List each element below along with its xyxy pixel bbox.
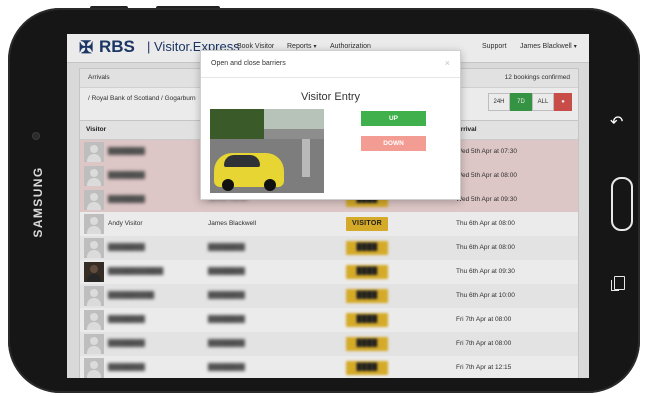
front-camera xyxy=(32,132,40,140)
modal-header: Open and close barriers × xyxy=(201,51,460,78)
barrier-modal: Open and close barriers × Visitor Entry … xyxy=(200,50,461,200)
back-icon[interactable]: ↶ xyxy=(610,112,623,132)
device-brand: SAMSUNG xyxy=(31,166,45,238)
close-icon[interactable]: × xyxy=(445,58,450,68)
barrier-up-button[interactable]: UP xyxy=(361,111,426,126)
barrier-down-button[interactable]: DOWN xyxy=(361,136,426,151)
recent-apps-icon[interactable] xyxy=(611,276,625,291)
visitor-entry-heading: Visitor Entry xyxy=(300,91,361,103)
app-screen: ✠ RBS | Visitor.Express Book Visitor Rep… xyxy=(67,34,589,378)
volume-button xyxy=(90,6,128,10)
power-button xyxy=(156,6,220,10)
modal-title: Open and close barriers xyxy=(211,60,286,67)
camera-feed-image xyxy=(210,109,324,193)
home-button[interactable] xyxy=(611,177,633,231)
